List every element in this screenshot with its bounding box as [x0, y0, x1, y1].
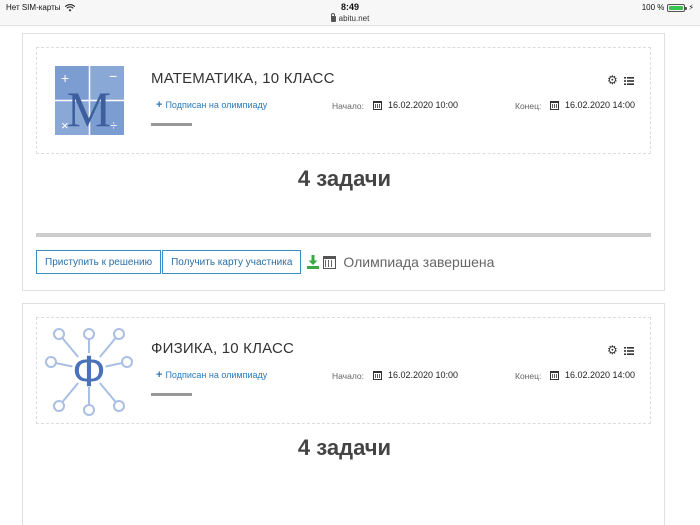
calendar-icon	[373, 370, 382, 380]
math-thumbnail[interactable]: + − × ÷ M	[39, 50, 139, 151]
end-date: 16.02.2020 14:00	[550, 100, 635, 110]
charging-icon: ⚡	[688, 3, 694, 12]
clock: 8:49	[340, 2, 359, 12]
plus-icon: +	[156, 368, 163, 381]
start-solving-button[interactable]: Приступить к решению	[36, 250, 162, 274]
olympiad-header: Ф ФИЗИКА, 10 КЛАСС + Подписан на олимпиа…	[36, 317, 651, 424]
list-icon[interactable]	[624, 77, 634, 85]
address-bar[interactable]: abitu.net	[0, 12, 700, 23]
lock-icon	[330, 12, 336, 22]
start-date-value: 16.02.2020 10:00	[388, 100, 459, 110]
olympiad-header: + − × ÷ M МАТЕМАТИКА, 10 КЛАСС + Подписа…	[36, 47, 651, 154]
olympiad-card-physics: Ф ФИЗИКА, 10 КЛАСС + Подписан на олимпиа…	[22, 303, 665, 525]
get-participant-card-button[interactable]: Получить карту участника	[162, 250, 302, 274]
start-date-value: 16.02.2020 10:00	[388, 370, 459, 380]
end-date-value: 16.02.2020 14:00	[565, 370, 636, 380]
page-content: + − × ÷ M МАТЕМАТИКА, 10 КЛАСС + Подписа…	[0, 26, 700, 525]
start-label: Начало:	[332, 371, 364, 381]
math-thumb-letter: M	[67, 81, 111, 137]
battery-icon	[667, 3, 688, 12]
title-underline	[151, 123, 192, 126]
title-underline	[151, 393, 192, 396]
start-label: Начало:	[332, 101, 364, 111]
end-label: Конец:	[515, 101, 542, 111]
gear-icon[interactable]: ⚙	[607, 74, 618, 86]
calendar-icon	[550, 370, 559, 380]
subscribed-label: Подписан на олимпиаду	[165, 100, 268, 110]
subscribed-link[interactable]: + Подписан на олимпиаду	[156, 368, 268, 381]
math-logo: + − × ÷ M	[55, 66, 124, 137]
calendar-icon	[323, 255, 337, 269]
start-date: 16.02.2020 10:00	[373, 370, 458, 380]
list-icon[interactable]	[624, 347, 634, 355]
url-text: abitu.net	[338, 14, 370, 23]
end-date: 16.02.2020 14:00	[550, 370, 635, 380]
start-date: 16.02.2020 10:00	[373, 100, 458, 110]
end-label: Конец:	[515, 371, 542, 381]
olympiad-title[interactable]: МАТЕМАТИКА, 10 КЛАСС	[151, 70, 335, 87]
olympiad-title[interactable]: ФИЗИКА, 10 КЛАСС	[151, 340, 294, 357]
physics-logo: Ф	[45, 328, 133, 416]
physics-thumbnail[interactable]: Ф	[39, 320, 139, 421]
olympiad-status: Олимпиада завершена	[343, 254, 495, 270]
subscribed-link[interactable]: + Подписан на олимпиаду	[156, 98, 268, 111]
physics-thumb-letter: Ф	[72, 347, 105, 396]
download-icon[interactable]	[307, 255, 320, 269]
status-bar: Нет SIM-карты 8:49 abitu.net 100 % ⚡	[0, 0, 700, 26]
battery-percent: 100 %	[641, 3, 665, 12]
plus-icon: +	[156, 98, 163, 111]
subscribed-label: Подписан на олимпиаду	[165, 370, 268, 380]
progress-bar	[36, 233, 651, 237]
gear-icon[interactable]: ⚙	[607, 344, 618, 356]
calendar-icon	[373, 100, 382, 110]
task-count: 4 задачи	[297, 166, 392, 191]
end-date-value: 16.02.2020 14:00	[565, 100, 636, 110]
calendar-icon	[550, 100, 559, 110]
task-count: 4 задачи	[297, 435, 392, 460]
olympiad-actions: Приступить к решению Получить карту учас…	[36, 250, 494, 274]
olympiad-card-math: + − × ÷ M МАТЕМАТИКА, 10 КЛАСС + Подписа…	[22, 33, 665, 291]
